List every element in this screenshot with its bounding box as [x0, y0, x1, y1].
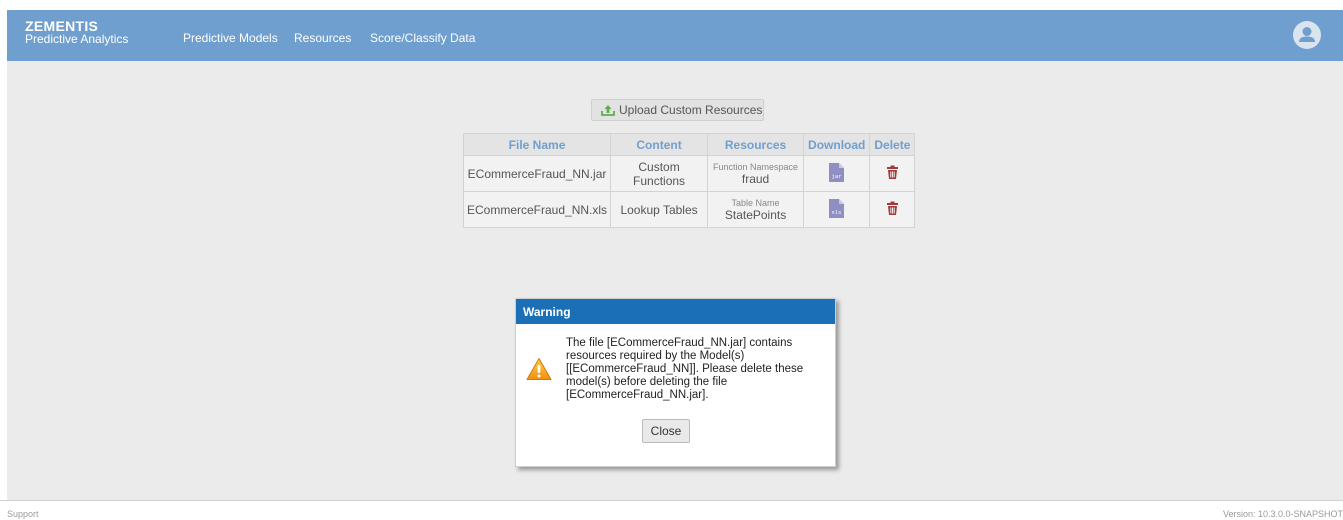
nav-predictive-models[interactable]: Predictive Models [183, 31, 278, 45]
resources-cell: Table Name StatePoints [707, 191, 805, 228]
resource-value: fraud [741, 171, 770, 186]
table-row: ECommerceFraud_NN.jar Custom Functions F… [462, 155, 916, 192]
support-link[interactable]: Support [7, 509, 39, 519]
dialog-message: The file [ECommerceFraud_NN.jar] contain… [566, 337, 804, 401]
brand-logo[interactable]: ZEMENTIS Predictive Analytics [25, 19, 129, 46]
delete-cell [869, 191, 916, 228]
footer: Support Version: 10.3.0.0-SNAPSHOT [0, 500, 1343, 520]
nav-resources[interactable]: Resources [294, 31, 351, 45]
trash-icon[interactable] [886, 201, 899, 219]
user-avatar-icon[interactable] [1293, 21, 1321, 49]
upload-custom-resources-button[interactable]: Upload Custom Resources [591, 99, 764, 121]
resources-table: File Name Content Resources Download Del… [462, 133, 916, 228]
table-row: ECommerceFraud_NN.xls Lookup Tables Tabl… [462, 191, 916, 228]
content-cell: Custom Functions [610, 155, 709, 192]
col-file-name: File Name [462, 133, 612, 156]
col-download: Download [803, 133, 871, 156]
delete-cell [869, 155, 916, 192]
warning-icon [526, 357, 552, 386]
top-nav-bar: ZEMENTIS Predictive Analytics Predictive… [7, 10, 1343, 61]
resources-cell: Function Namespace fraud [707, 155, 805, 192]
download-cell: xls [803, 191, 871, 228]
content-cell: Lookup Tables [610, 191, 709, 228]
trash-icon[interactable] [886, 165, 899, 183]
jar-file-ext: jar [832, 174, 843, 180]
col-content: Content [610, 133, 709, 156]
warning-dialog: Warning The file [ECommerceFraud_NN.jar]… [515, 298, 836, 467]
file-name-cell: ECommerceFraud_NN.xls [462, 191, 612, 228]
nav-score-classify-data[interactable]: Score/Classify Data [370, 31, 475, 45]
jar-file-icon[interactable]: jar [828, 162, 845, 186]
dialog-title: Warning [516, 299, 835, 324]
app-frame: ZEMENTIS Predictive Analytics Predictive… [7, 10, 1343, 500]
col-delete: Delete [869, 133, 916, 156]
col-resources: Resources [707, 133, 805, 156]
xls-file-icon[interactable]: xls [828, 198, 845, 222]
brand-subtitle: Predictive Analytics [25, 32, 129, 46]
download-cell: jar [803, 155, 871, 192]
upload-icon [601, 103, 615, 123]
close-button[interactable]: Close [642, 419, 690, 443]
xls-file-ext: xls [832, 210, 842, 216]
file-name-cell: ECommerceFraud_NN.jar [462, 155, 612, 192]
resource-label: Function Namespace [713, 161, 799, 172]
version-text: Version: 10.3.0.0-SNAPSHOT [1222, 509, 1343, 519]
resource-label: Table Name [731, 197, 780, 208]
resource-value: StatePoints [724, 207, 787, 222]
upload-button-label: Upload Custom Resources [619, 103, 763, 117]
table-header-row: File Name Content Resources Download Del… [462, 133, 916, 156]
